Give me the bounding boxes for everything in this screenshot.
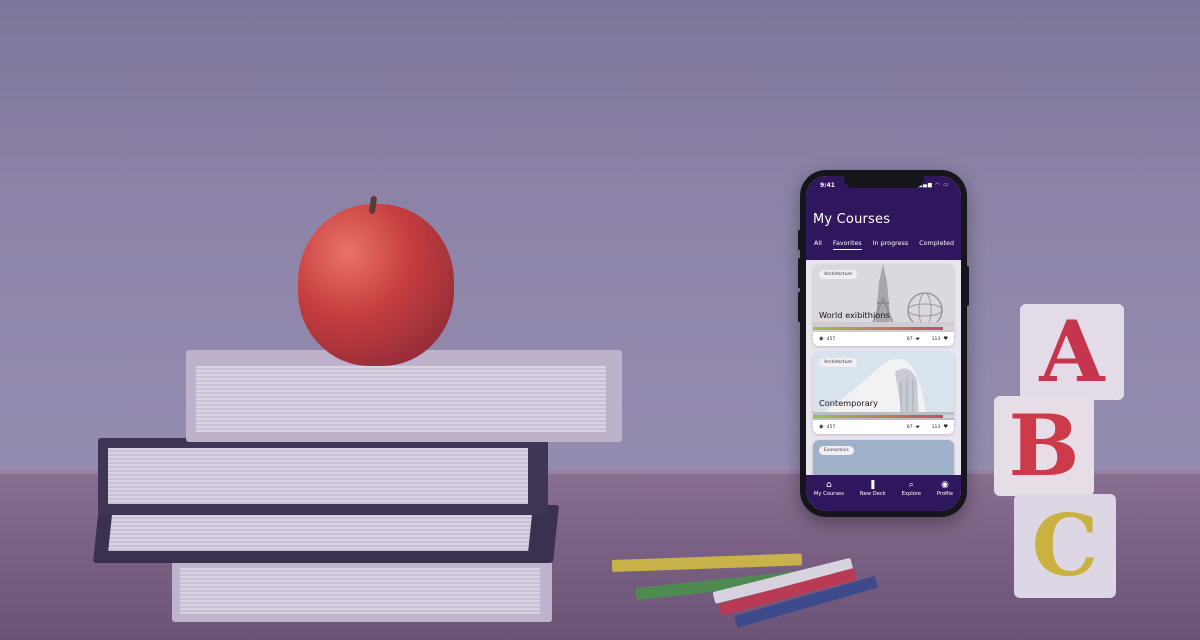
block-c: C — [1014, 494, 1116, 598]
home-icon: ⌂ — [826, 480, 832, 490]
page-title: My Courses — [813, 212, 891, 227]
heart-icon[interactable]: ♥ — [943, 336, 948, 342]
comment-icon[interactable]: ▰ — [916, 336, 920, 342]
course-tag: Architecture — [819, 270, 858, 279]
course-progress-fill — [813, 415, 943, 418]
tab-in-progress[interactable]: In progress — [873, 239, 909, 250]
views-count: 457 — [826, 424, 836, 430]
nav-explore[interactable]: ⌕ Explore — [902, 480, 921, 497]
tab-completed[interactable]: Completed — [919, 239, 954, 250]
profile-icon: ◉ — [941, 480, 949, 490]
course-card-contemporary[interactable]: Architecture Contemporary ◉ 457 87 ▰ 113 — [813, 352, 954, 434]
course-title: Contemporary — [819, 398, 878, 408]
apple — [298, 204, 454, 366]
book-top — [186, 350, 622, 442]
phone-side-button — [798, 230, 801, 250]
tab-all[interactable]: All — [814, 239, 822, 250]
bottom-nav: ⌂ My Courses ❚ New Deck ⌕ Explore ◉ Prof… — [806, 475, 961, 511]
comment-icon[interactable]: ▰ — [916, 424, 920, 430]
phone-mockup: 9:41 ▂▄▆ ◠ ▭ My Courses All Favorites In… — [798, 170, 969, 517]
nav-label: My Courses — [813, 491, 844, 497]
eye-icon: ◉ — [819, 424, 824, 430]
book-bottom — [172, 560, 552, 622]
nav-label: Explore — [901, 491, 922, 497]
tab-favorites[interactable]: Favorites — [832, 239, 862, 250]
phone-notch — [844, 176, 924, 188]
search-icon: ⌕ — [908, 480, 914, 490]
course-card-economics[interactable]: Economics — [813, 440, 954, 475]
status-icons: ▂▄▆ ◠ ▭ — [918, 182, 949, 188]
nav-my-courses[interactable]: ⌂ My Courses — [814, 480, 844, 497]
comments-count: 87 — [906, 336, 913, 342]
phone-volume-up — [798, 258, 801, 288]
book-second — [98, 438, 548, 514]
course-list[interactable]: Architecture World exibithions ◉ 457 87 … — [806, 260, 961, 475]
likes-count: 113 — [931, 336, 941, 342]
course-progress-bar — [813, 327, 954, 330]
block-letter-c: C — [1031, 496, 1099, 595]
likes-count: 113 — [931, 424, 941, 430]
course-title: World exibithions — [819, 310, 890, 320]
course-tabs: All Favorites In progress Completed — [814, 239, 954, 250]
eye-icon: ◉ — [819, 336, 824, 342]
status-time: 9:41 — [820, 182, 835, 189]
course-tag: Architecture — [819, 358, 858, 367]
views-count: 457 — [826, 336, 836, 342]
comments-count: 87 — [906, 424, 913, 430]
phone-screen: 9:41 ▂▄▆ ◠ ▭ My Courses All Favorites In… — [806, 176, 961, 511]
phone-volume-down — [798, 292, 801, 322]
nav-label: New Deck — [859, 491, 886, 497]
course-card-world-exhibitions[interactable]: Architecture World exibithions ◉ 457 87 … — [813, 264, 954, 346]
background-scene: A B C — [0, 0, 1200, 640]
nav-new-deck[interactable]: ❚ New Deck — [860, 480, 886, 497]
nav-label: Profile — [936, 491, 954, 497]
bookmark-icon: ❚ — [868, 480, 877, 490]
block-letter-a: A — [1039, 302, 1105, 401]
course-progress-fill — [813, 327, 943, 330]
phone-power-button — [966, 266, 969, 306]
heart-icon[interactable]: ♥ — [943, 424, 948, 430]
nav-profile[interactable]: ◉ Profile — [937, 480, 953, 497]
block-a: A — [1020, 304, 1124, 400]
app-header: 9:41 ▂▄▆ ◠ ▭ My Courses All Favorites In… — [806, 176, 961, 260]
block-b: B — [994, 396, 1094, 496]
course-tag: Economics — [819, 446, 854, 455]
block-letter-b: B — [1008, 396, 1080, 495]
course-progress-bar — [813, 415, 954, 418]
